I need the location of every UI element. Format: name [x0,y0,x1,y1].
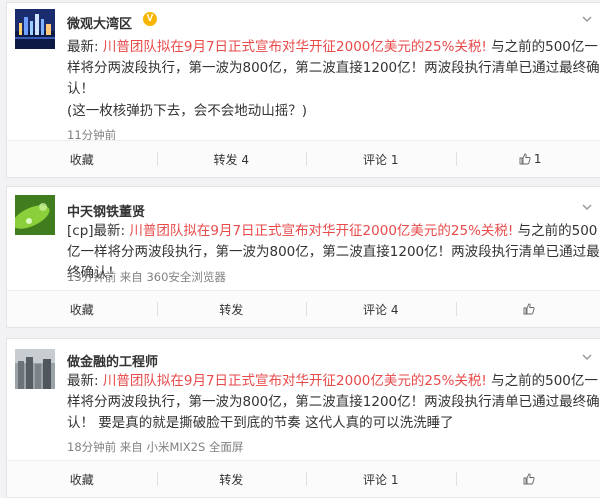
post-meta: 13分钟前 来自 360安全浏览器 [67,269,226,285]
post-extra: (这一枚核弹扔下去，会不会地动山摇？) [67,101,600,122]
action-bar: 收藏 转发 评论 1 [7,460,600,497]
post-prefix: 最新: [67,39,99,55]
like-button[interactable] [456,461,600,497]
chevron-down-icon[interactable] [581,13,593,25]
avatar[interactable] [15,9,55,49]
repost-button[interactable]: 转发 4 [157,141,307,177]
collect-button[interactable]: 收藏 [7,461,157,497]
like-count: 1 [534,152,542,166]
author-name[interactable]: 中天钢铁董贤 [67,201,145,220]
like-button[interactable]: 1 [456,141,600,177]
author-name[interactable]: 微观大湾区 [67,13,132,32]
comment-button[interactable]: 评论 1 [306,141,456,177]
comment-button[interactable]: 评论 1 [306,461,456,497]
post-time[interactable]: 13分钟前 [67,270,116,284]
highlight-link[interactable]: 川普团队拟在9月7日正式宣布对华开征2000亿美元的25%关税! [103,373,487,389]
post-time[interactable]: 18分钟前 [67,440,116,454]
collect-button[interactable]: 收藏 [7,291,157,327]
action-bar: 收藏 转发 评论 4 [7,290,600,327]
comment-button[interactable]: 评论 4 [306,291,456,327]
post-card: 中天钢铁董贤 [cp]最新: 川普团队拟在9月7日正式宣布对华开征2000亿美元… [6,186,600,328]
post-card: 微观大湾区 V 最新: 川普团队拟在9月7日正式宣布对华开征2000亿美元的25… [6,2,600,178]
thumbs-up-icon [523,303,535,315]
post-meta: 18分钟前 来自 小米MIX2S 全面屏 [67,439,243,455]
action-bar: 收藏 转发 4 评论 1 1 [7,140,600,177]
collect-button[interactable]: 收藏 [7,141,157,177]
author-name[interactable]: 做金融的工程师 [67,351,158,370]
repost-button[interactable]: 转发 [157,291,307,327]
verified-badge-icon: V [143,12,157,26]
avatar[interactable] [15,195,55,235]
thumbs-up-icon [519,153,531,165]
highlight-link[interactable]: 川普团队拟在9月7日正式宣布对华开征2000亿美元的25%关税! [129,223,513,239]
highlight-link[interactable]: 川普团队拟在9月7日正式宣布对华开征2000亿美元的25%关税! [103,39,487,55]
post-prefix: [cp]最新: [67,223,125,239]
chevron-down-icon[interactable] [581,351,593,363]
post-text: 最新: 川普团队拟在9月7日正式宣布对华开征2000亿美元的25%关税! 与之前… [67,371,600,434]
post-card: 做金融的工程师 最新: 川普团队拟在9月7日正式宣布对华开征2000亿美元的25… [6,338,600,498]
post-prefix: 最新: [67,373,99,389]
post-text: 最新: 川普团队拟在9月7日正式宣布对华开征2000亿美元的25%关税! 与之前… [67,37,600,100]
repost-button[interactable]: 转发 [157,461,307,497]
post-source[interactable]: 来自 360安全浏览器 [120,270,226,284]
avatar[interactable] [15,349,55,389]
like-button[interactable] [456,291,600,327]
post-source[interactable]: 来自 小米MIX2S 全面屏 [120,440,244,454]
thumbs-up-icon [523,473,535,485]
chevron-down-icon[interactable] [581,201,593,213]
